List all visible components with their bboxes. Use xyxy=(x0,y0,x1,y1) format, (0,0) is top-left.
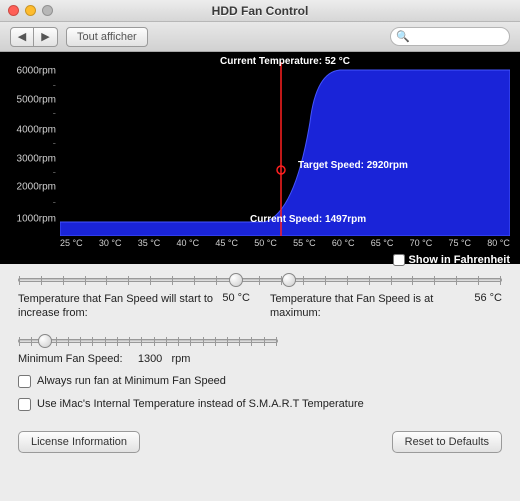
titlebar: HDD Fan Control xyxy=(0,0,520,22)
max-temp-label: Temperature that Fan Speed is at maximum… xyxy=(270,292,466,321)
traffic-lights xyxy=(0,5,53,16)
show-fahrenheit-checkbox[interactable] xyxy=(393,254,405,266)
x-axis: 25 °C 30 °C 35 °C 40 °C 45 °C 50 °C 55 °… xyxy=(60,238,510,252)
min-speed-slider[interactable] xyxy=(18,339,278,343)
zoom-icon[interactable] xyxy=(42,5,53,16)
chart-plot: Current Temperature: 52 °C Target Speed:… xyxy=(60,62,510,236)
show-all-button[interactable]: Tout afficher xyxy=(66,27,148,47)
use-internal-checkbox[interactable] xyxy=(18,398,31,411)
show-fahrenheit-row: Show in Fahrenheit xyxy=(393,254,510,266)
start-temp-label: Temperature that Fan Speed will start to… xyxy=(18,292,214,321)
footer: License Information Reset to Defaults xyxy=(0,421,520,467)
forward-button[interactable]: ▶ xyxy=(34,27,58,47)
temp-range-labels: Temperature that Fan Speed will start to… xyxy=(18,292,502,321)
controls-panel: Temperature that Fan Speed will start to… xyxy=(0,264,520,421)
reset-button[interactable]: Reset to Defaults xyxy=(392,431,502,453)
y-axis: 6000rpm - 5000rpm - 4000rpm - 3000rpm - … xyxy=(4,62,58,236)
start-temp-value: 50 °C xyxy=(222,292,250,321)
close-icon[interactable] xyxy=(8,5,19,16)
back-button[interactable]: ◀ xyxy=(10,27,34,47)
current-temp-label: Current Temperature: 52 °C xyxy=(220,56,350,67)
min-speed-label: Minimum Fan Speed: xyxy=(18,353,123,365)
current-speed-label: Current Speed: 1497rpm xyxy=(250,214,366,225)
search-icon: 🔍 xyxy=(396,30,410,43)
min-speed-unit: rpm xyxy=(171,353,190,365)
use-internal-label: Use iMac's Internal Temperature instead … xyxy=(37,398,364,410)
use-internal-row: Use iMac's Internal Temperature instead … xyxy=(18,398,502,411)
max-temp-value: 56 °C xyxy=(474,292,502,321)
window-title: HDD Fan Control xyxy=(0,4,520,18)
toolbar: ◀ ▶ Tout afficher 🔍 xyxy=(0,22,520,52)
search-field: 🔍 xyxy=(390,27,510,47)
min-speed-value: 1300 xyxy=(138,353,162,365)
always-min-label: Always run fan at Minimum Fan Speed xyxy=(37,375,226,387)
target-speed-label: Target Speed: 2920rpm xyxy=(298,160,408,171)
temp-range-slider[interactable] xyxy=(18,278,502,282)
minimize-icon[interactable] xyxy=(25,5,36,16)
max-temp-knob[interactable] xyxy=(282,273,296,287)
fan-curve-chart: 6000rpm - 5000rpm - 4000rpm - 3000rpm - … xyxy=(0,52,520,264)
fan-curve-shape xyxy=(60,62,510,236)
min-speed-knob[interactable] xyxy=(38,334,52,348)
license-button[interactable]: License Information xyxy=(18,431,140,453)
min-speed-row: Minimum Fan Speed: 1300 rpm xyxy=(18,353,502,365)
start-temp-knob[interactable] xyxy=(229,273,243,287)
always-min-checkbox[interactable] xyxy=(18,375,31,388)
show-fahrenheit-label: Show in Fahrenheit xyxy=(409,254,510,266)
always-min-row: Always run fan at Minimum Fan Speed xyxy=(18,375,502,388)
nav-seg: ◀ ▶ xyxy=(10,27,58,47)
